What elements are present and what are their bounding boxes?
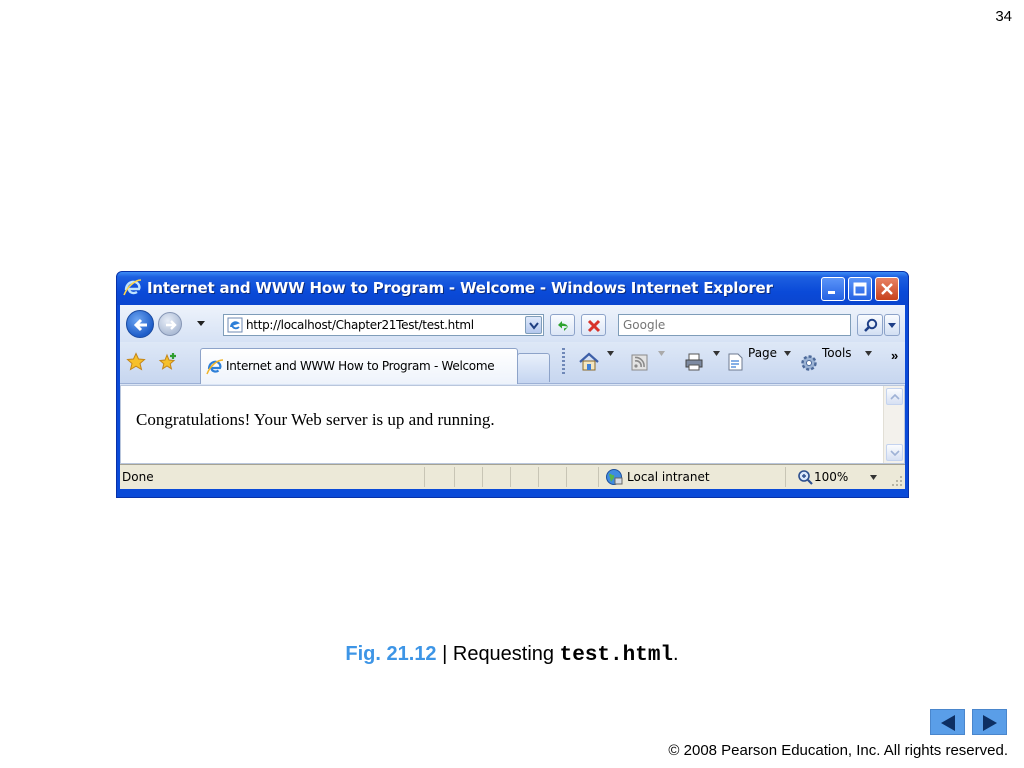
next-slide-button[interactable] [972,709,1007,735]
back-button[interactable] [126,310,154,338]
tools-menu-label[interactable]: Tools [822,346,852,360]
ie-logo-icon [206,359,224,375]
security-zone-label[interactable]: Local intranet [627,470,710,484]
figure-caption: Fig. 21.12 | Requesting test.html. [0,643,1024,667]
tools-gear-icon[interactable] [799,351,819,373]
forward-button[interactable] [158,312,182,336]
status-divider [424,467,425,487]
home-dropdown-icon[interactable] [607,351,614,356]
status-text: Done [122,470,154,484]
search-options-button[interactable] [884,314,900,336]
back-arrow-icon [133,318,147,332]
print-icon[interactable] [683,351,705,373]
page-menu-label[interactable]: Page [748,346,777,360]
content-message: Congratulations! Your Web server is up a… [136,410,495,429]
chevron-down-icon [890,450,900,456]
status-divider [598,467,599,487]
refresh-button[interactable] [550,314,575,336]
address-dropdown-button[interactable] [525,316,542,334]
prev-slide-icon [941,715,955,731]
tools-dropdown-icon[interactable] [865,351,872,356]
feeds-dropdown-icon[interactable] [658,351,665,356]
chevron-down-icon [529,322,539,330]
caption-code: test.html [559,644,674,667]
ie-logo-icon [123,279,142,296]
search-button[interactable] [857,314,883,336]
close-button[interactable] [875,277,899,301]
magnifier-icon [798,470,813,485]
slide-number: 34 [995,8,1012,25]
status-divider [538,467,539,487]
search-bar[interactable] [618,314,851,336]
page-icon[interactable] [727,351,745,373]
figure-number: Fig. 21.12 [345,643,437,665]
stop-icon [587,319,601,333]
feeds-icon[interactable] [630,351,650,373]
status-bar: Done Local intranet 100% [120,464,905,489]
status-divider [454,467,455,487]
favorites-star-icon[interactable] [126,352,146,372]
refresh-icon [558,321,568,331]
status-divider [566,467,567,487]
caption-text: | Requesting [436,643,560,665]
zoom-dropdown-icon[interactable] [870,475,877,480]
ie-logo-icon [227,317,243,333]
window-title: Internet and WWW How to Program - Welcom… [147,279,773,297]
history-dropdown-icon[interactable] [196,318,206,328]
slide-navigation [930,709,1008,735]
toolbar-separator [562,348,565,376]
next-slide-icon [983,715,997,731]
page-content: Congratulations! Your Web server is up a… [120,385,905,464]
status-divider [785,467,786,487]
more-commands-chevron[interactable]: » [891,348,898,363]
tab-label: Internet and WWW How to Program - Welcom… [226,359,495,373]
browser-chrome: Internet and WWW How to Program - Welcom… [120,305,905,489]
title-bar[interactable]: Internet and WWW How to Program - Welcom… [117,272,908,305]
forward-arrow-icon [166,320,177,330]
resize-grip-icon[interactable] [891,475,903,487]
globe-icon [606,469,623,485]
search-icon [864,318,878,332]
add-favorites-icon[interactable] [158,352,178,372]
search-input[interactable] [623,315,843,335]
scroll-down-button[interactable] [886,444,903,461]
minimize-button[interactable] [821,277,845,301]
tab-toolbar: Internet and WWW How to Program - Welcom… [120,342,905,384]
browser-window: Internet and WWW How to Program - Welcom… [116,271,909,498]
address-input[interactable] [246,315,516,335]
address-toolbar [120,305,905,342]
chevron-down-icon [888,323,896,328]
address-bar[interactable] [223,314,544,336]
print-dropdown-icon[interactable] [713,351,720,356]
status-divider [510,467,511,487]
copyright-notice: © 2008 Pearson Education, Inc. All right… [668,742,1008,759]
maximize-button[interactable] [848,277,872,301]
chevron-up-icon [890,394,900,400]
home-icon[interactable] [578,351,600,373]
previous-slide-button[interactable] [930,709,965,735]
stop-button[interactable] [581,314,606,336]
tab-welcome[interactable]: Internet and WWW How to Program - Welcom… [200,348,518,384]
status-divider [482,467,483,487]
page-dropdown-icon[interactable] [784,351,791,356]
caption-end: . [673,643,679,665]
new-tab-button[interactable] [517,353,550,382]
vertical-scrollbar[interactable] [883,386,904,463]
scroll-up-button[interactable] [886,388,903,405]
zoom-level[interactable]: 100% [814,470,848,484]
